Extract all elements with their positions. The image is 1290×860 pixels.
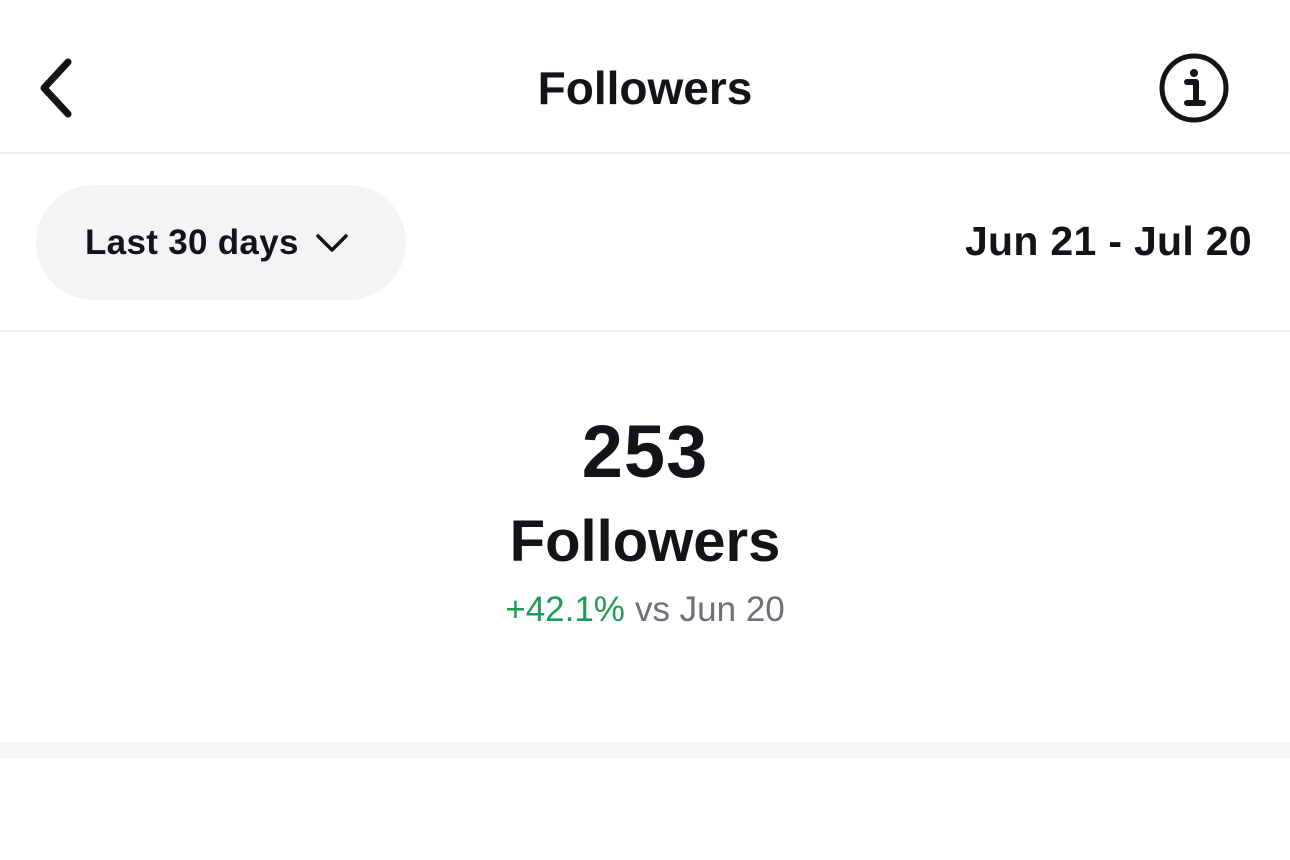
- follower-summary: 253 Followers +42.1% vs Jun 20: [0, 332, 1290, 742]
- chevron-left-icon: [40, 58, 72, 118]
- follower-count-label: Followers: [509, 509, 781, 574]
- back-button[interactable]: [22, 46, 94, 130]
- filter-bar: Last 30 days Jun 21 - Jul 20: [0, 154, 1290, 332]
- info-circle-icon: [1159, 53, 1229, 123]
- change-percent: +42.1%: [505, 590, 625, 629]
- page-title: Followers: [537, 62, 753, 114]
- chevron-down-icon: [315, 232, 349, 254]
- date-range-text: Jun 21 - Jul 20: [964, 218, 1252, 264]
- section-divider: [0, 742, 1290, 758]
- date-range-dropdown-label: Last 30 days: [85, 222, 299, 262]
- date-range-dropdown[interactable]: Last 30 days: [36, 185, 406, 300]
- change-comparison: vs Jun 20: [634, 590, 785, 629]
- info-button[interactable]: [1152, 46, 1236, 130]
- follower-count: 253: [581, 410, 709, 493]
- top-bar: Followers: [0, 0, 1290, 154]
- follower-change: +42.1% vs Jun 20: [0, 588, 1290, 632]
